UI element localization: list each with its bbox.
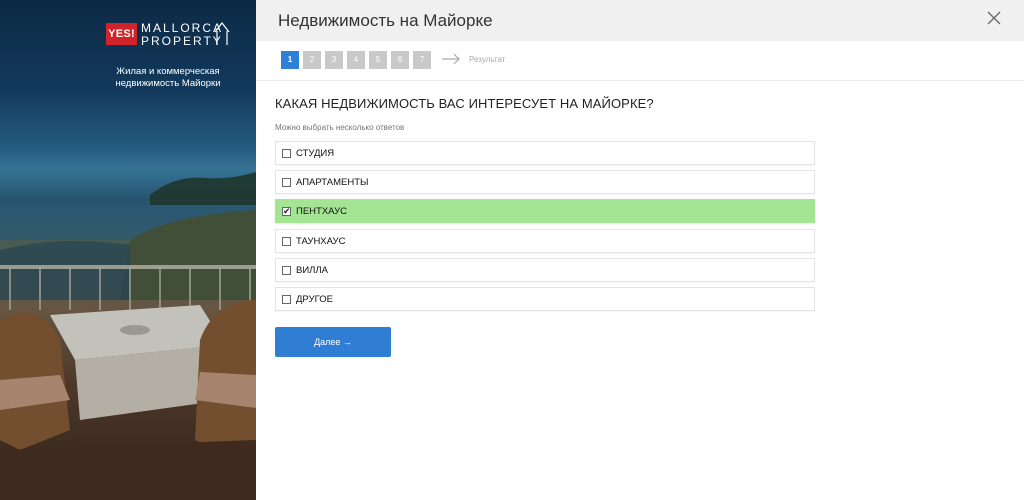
arrow-right-icon [442,53,460,65]
step-1[interactable]: 1 [281,51,299,69]
quiz-page: YES! MALLORCA PROPERTY Жилая и коммерчес… [0,0,1024,500]
modal-header: Недвижимость на Майорке [256,0,1024,41]
tagline-line2: недвижимость Майорки [115,78,221,89]
checkmark-icon: ✔ [283,206,291,217]
step-3[interactable]: 3 [325,51,343,69]
option-label: ВИЛЛА [296,264,328,276]
step-6[interactable]: 6 [391,51,409,69]
option-label: АПАРТАМЕНТЫ [296,177,369,189]
next-button[interactable]: Далее → [275,327,391,357]
question-heading: КАКАЯ НЕДВИЖИМОСТЬ ВАС ИНТЕРЕСУЕТ НА МАЙ… [275,96,654,111]
option-label: ПЕНТХАУС [296,206,347,218]
house-icon [214,22,230,45]
step-5[interactable]: 5 [369,51,387,69]
option-checkbox[interactable] [282,236,291,246]
option-label: СТУДИЯ [296,148,335,159]
option-checkbox[interactable] [282,149,291,158]
option-1[interactable]: АПАРТАМЕНТЫ [275,170,815,195]
option-checkbox[interactable] [282,265,291,275]
option-checkbox[interactable] [282,178,291,188]
option-4[interactable]: ВИЛЛА [275,257,815,282]
option-checkbox[interactable]: ✔ [282,206,291,217]
option-checkbox[interactable] [282,295,291,304]
step-2[interactable]: 2 [303,51,321,69]
option-3[interactable]: ТАУНХАУС [275,228,815,253]
question-hint: Можно выбрать несколько ответов [275,123,405,132]
option-label: ДРУГОЕ [296,294,333,305]
progress-steps: 1234567 Результат [256,41,1024,81]
logo-badge: YES! [106,23,137,45]
logo-name-line2: PROPERTY [141,34,223,48]
option-label: ТАУНХАУС [296,235,346,247]
close-icon[interactable] [987,11,1001,25]
mallorca-property-logo[interactable]: YES! MALLORCA PROPERTY [106,20,230,50]
logo-name-line1: MALLORCA [141,21,224,35]
step-7[interactable]: 7 [413,51,431,69]
option-2[interactable]: ✔ ПЕНТХАУС [275,199,815,224]
modal-title: Недвижимость на Майорке [278,11,493,30]
option-0[interactable]: СТУДИЯ [275,141,815,165]
brand-tagline: Жилая и коммерческая недвижимость Майорк… [108,66,228,90]
hero-photo-panel: YES! MALLORCA PROPERTY Жилая и коммерчес… [0,0,256,500]
option-5[interactable]: ДРУГОЕ [275,287,815,311]
tagline-line1: Жилая и коммерческая [116,66,220,77]
step-4[interactable]: 4 [347,51,365,69]
result-step-label: Результат [469,55,506,64]
